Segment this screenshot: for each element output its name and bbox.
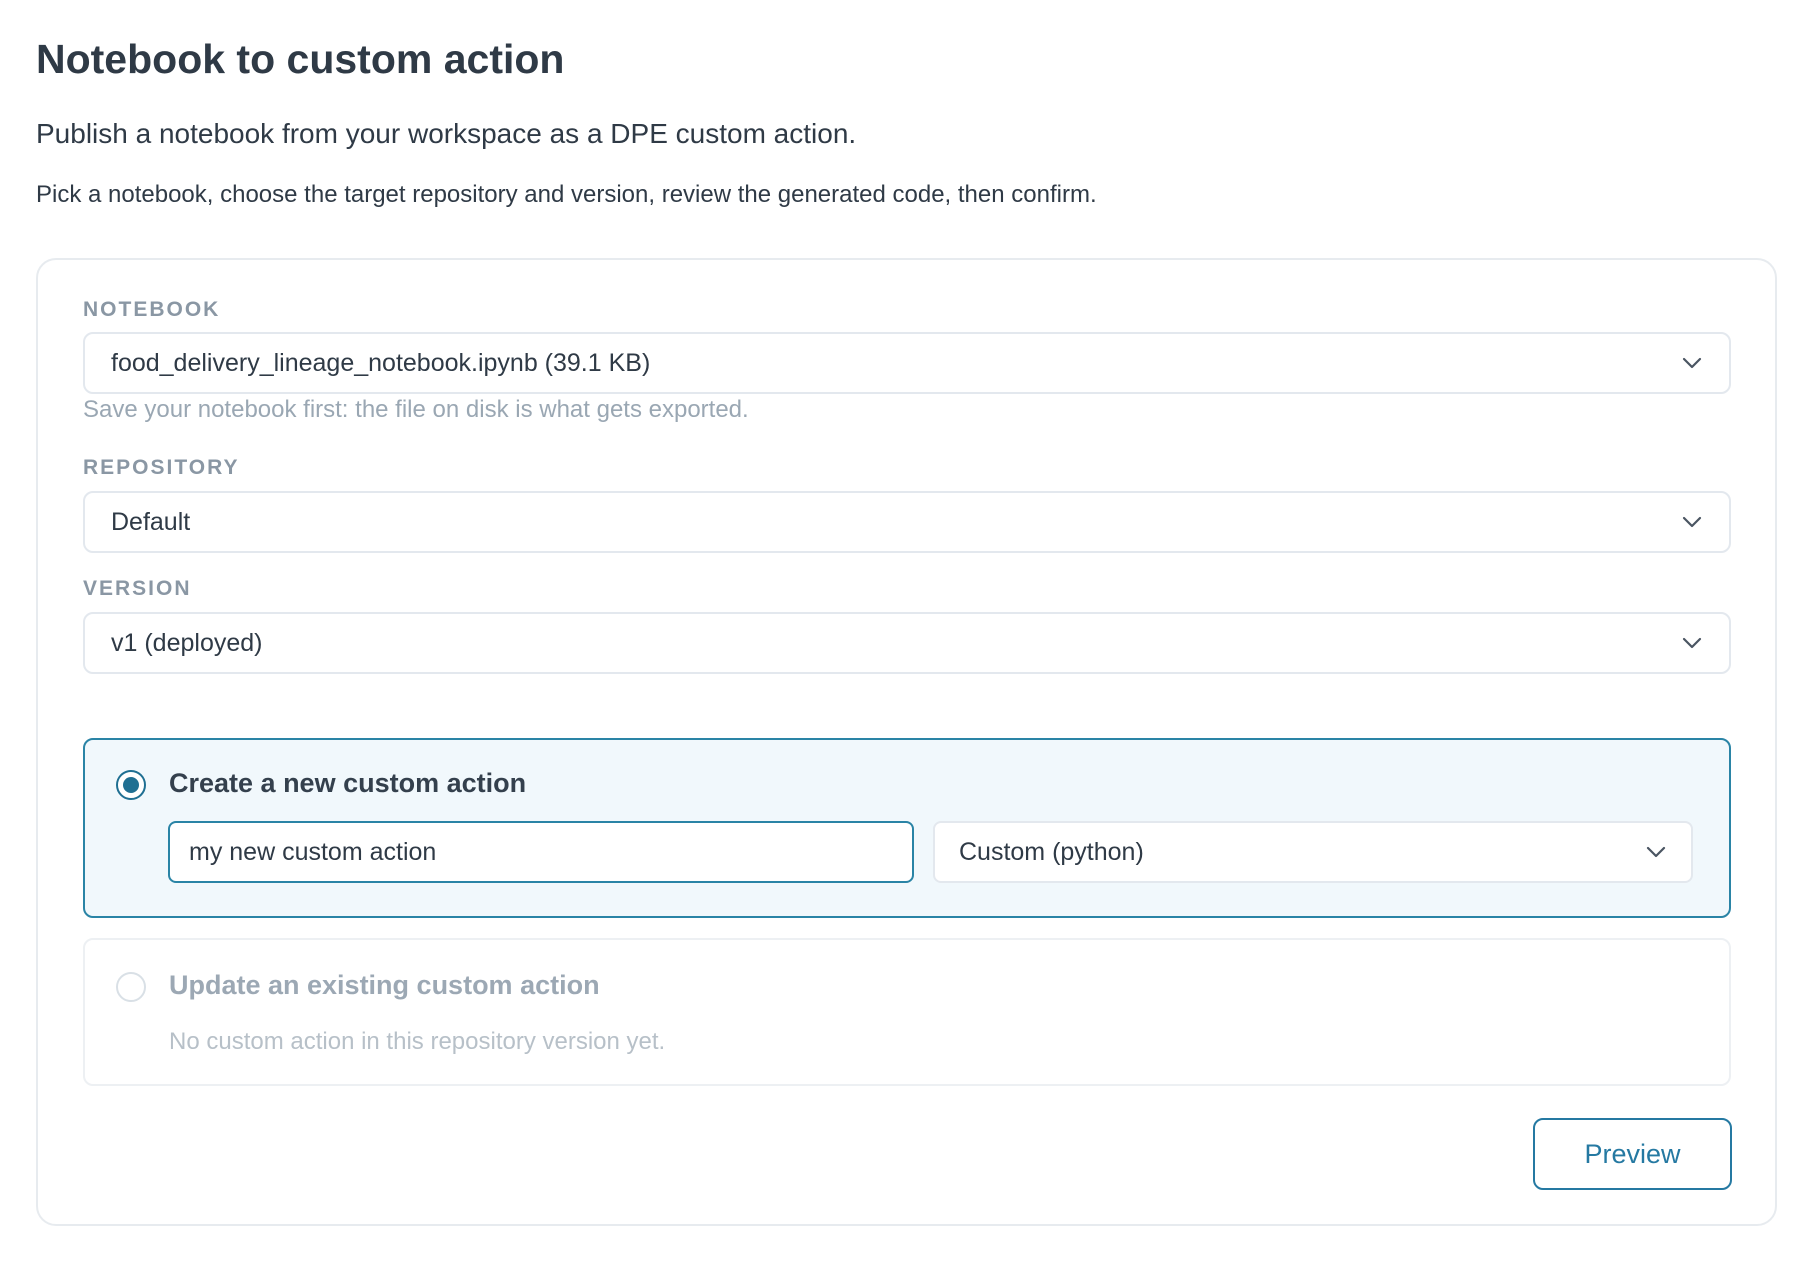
radio-unselected-icon[interactable] (116, 972, 146, 1002)
form-card: NOTEBOOK food_delivery_lineage_notebook.… (36, 258, 1777, 1226)
notebook-hint: Save your notebook first: the file on di… (83, 396, 749, 423)
create-custom-action-option[interactable]: Create a new custom action my new custom… (83, 738, 1731, 918)
chevron-down-icon (1645, 841, 1667, 863)
create-custom-action-label[interactable]: Create a new custom action (169, 764, 526, 802)
notebook-to-custom-action-page: Notebook to custom action Publish a note… (36, 30, 1780, 1226)
custom-action-type-select[interactable]: Custom (python) (933, 821, 1693, 883)
notebook-select-value: food_delivery_lineage_notebook.ipynb (39… (111, 348, 651, 377)
notebook-select[interactable]: food_delivery_lineage_notebook.ipynb (39… (83, 332, 1731, 394)
update-custom-action-hint: No custom action in this repository vers… (169, 1028, 666, 1055)
custom-action-type-value: Custom (python) (959, 837, 1144, 866)
repository-select-value: Default (111, 507, 191, 536)
chevron-down-icon (1681, 511, 1703, 533)
page-title: Notebook to custom action (36, 36, 565, 82)
version-label: VERSION (83, 577, 192, 600)
page-help-text: Pick a notebook, choose the target repos… (36, 181, 1097, 208)
repository-select[interactable]: Default (83, 491, 1731, 553)
version-select[interactable]: v1 (deployed) (83, 612, 1731, 674)
radio-selected-icon[interactable] (116, 770, 146, 800)
update-custom-action-option[interactable]: Update an existing custom action No cust… (83, 938, 1731, 1086)
notebook-label: NOTEBOOK (83, 298, 221, 321)
preview-button[interactable]: Preview (1533, 1118, 1732, 1190)
custom-action-name-value: my new custom action (189, 837, 437, 866)
repository-label: REPOSITORY (83, 456, 240, 479)
chevron-down-icon (1681, 352, 1703, 374)
page-subtitle: Publish a notebook from your workspace a… (36, 118, 857, 149)
version-select-value: v1 (deployed) (111, 628, 263, 657)
chevron-down-icon (1681, 632, 1703, 654)
update-custom-action-label[interactable]: Update an existing custom action (169, 966, 600, 1004)
custom-action-name-input[interactable]: my new custom action (168, 821, 914, 883)
